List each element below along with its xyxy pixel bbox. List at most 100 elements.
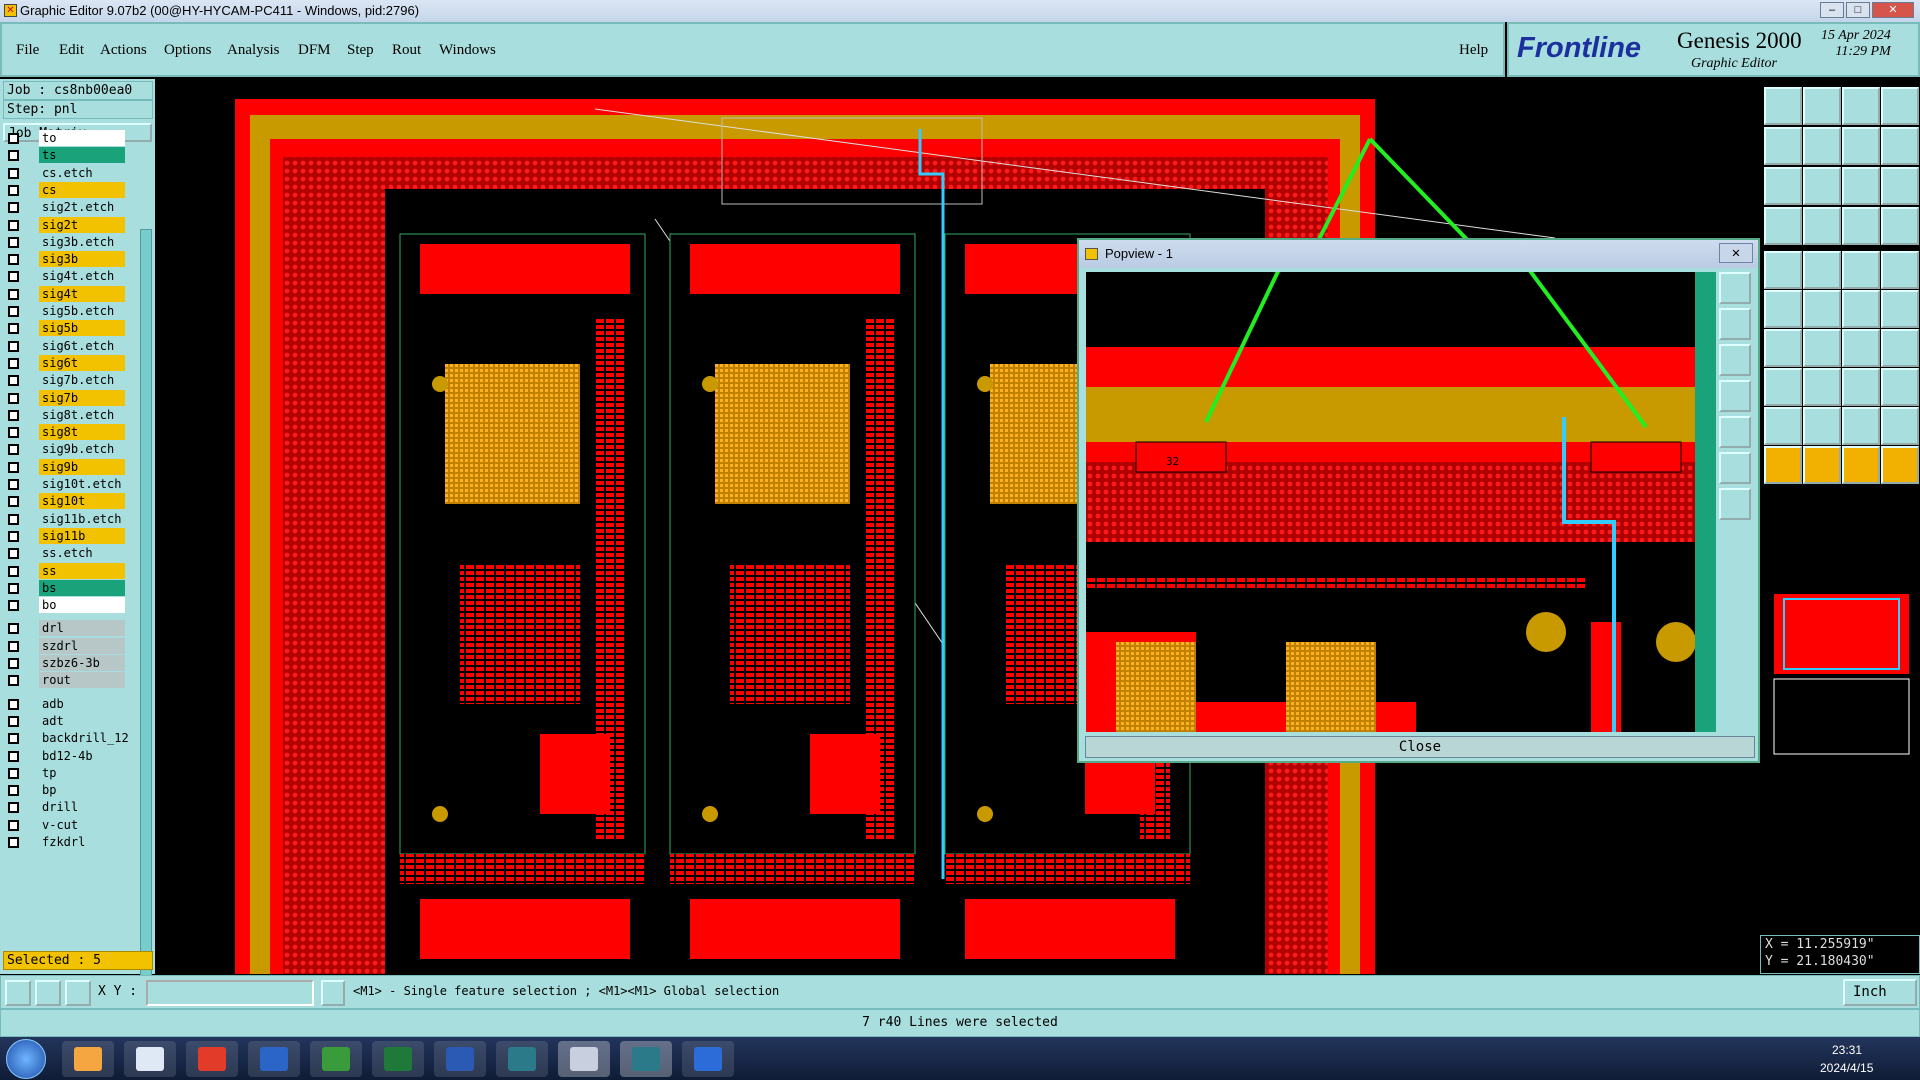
layer-row[interactable]: sig2t	[6, 216, 125, 234]
layer-checkbox[interactable]	[8, 288, 19, 300]
layer-name[interactable]: sig7b.etch	[39, 372, 125, 389]
tool-button-icon[interactable]	[1842, 207, 1880, 245]
popview-tool-icon[interactable]	[1719, 416, 1751, 448]
layer-checkbox[interactable]	[8, 461, 19, 473]
popview-canvas[interactable]: 32	[1086, 272, 1716, 732]
layer-checkbox[interactable]	[8, 837, 19, 848]
tool-button-icon[interactable]	[1842, 290, 1880, 328]
tool-button-icon[interactable]	[1842, 87, 1880, 125]
menu-options[interactable]: Options	[164, 42, 212, 59]
layer-checkbox[interactable]	[8, 184, 19, 196]
tool-button-icon[interactable]	[1881, 167, 1919, 205]
tool-button-icon[interactable]	[1803, 127, 1841, 165]
taskbar-app-icon[interactable]	[434, 1041, 486, 1077]
layer-name[interactable]: ss	[39, 562, 125, 579]
layer-name[interactable]: drl	[39, 620, 125, 637]
taskbar-app-icon[interactable]	[620, 1041, 672, 1077]
layer-row[interactable]: backdrill_12	[6, 730, 129, 747]
tool-button-icon[interactable]	[1881, 251, 1919, 289]
layer-checkbox[interactable]	[8, 530, 19, 542]
start-button[interactable]	[6, 1039, 46, 1079]
layer-row[interactable]: adt	[6, 712, 125, 730]
layer-row[interactable]: sig10t.etch	[6, 476, 125, 493]
layer-checkbox[interactable]	[8, 254, 19, 266]
layer-row[interactable]: to	[6, 130, 125, 147]
tool-button-icon[interactable]	[1764, 87, 1802, 125]
layer-checkbox[interactable]	[8, 444, 19, 456]
tool-button-icon[interactable]	[1803, 446, 1841, 484]
popview-tool-icon[interactable]	[1719, 344, 1751, 376]
layer-name[interactable]: cs.etch	[39, 164, 125, 181]
layer-name[interactable]: sig6t	[39, 354, 125, 371]
tool-button-icon[interactable]	[1764, 207, 1802, 245]
layer-name[interactable]: rout	[39, 672, 125, 689]
layer-row[interactable]: fzkdrl	[6, 834, 125, 851]
layer-row[interactable]: cs	[6, 181, 125, 199]
layer-name[interactable]: sig4t.etch	[39, 268, 125, 285]
menu-step[interactable]: Step	[347, 42, 374, 59]
layer-checkbox[interactable]	[8, 565, 19, 577]
popview-close-icon[interactable]: ✕	[1719, 243, 1753, 263]
popview-tool-icon[interactable]	[1719, 308, 1751, 340]
taskbar-app-icon[interactable]	[558, 1041, 610, 1077]
tool-button-icon[interactable]	[1764, 167, 1802, 205]
layer-checkbox[interactable]	[8, 167, 19, 179]
layer-checkbox[interactable]	[8, 582, 19, 594]
layer-row[interactable]: sig9b	[6, 458, 125, 476]
tool-button-icon[interactable]	[1764, 290, 1802, 328]
tool-button-icon[interactable]	[1881, 446, 1919, 484]
layer-name[interactable]: sig7b	[39, 389, 125, 406]
layer-row[interactable]: sig4t	[6, 285, 125, 303]
layer-name[interactable]: ts	[39, 147, 125, 164]
layer-row[interactable]: sig3b.etch	[6, 233, 125, 251]
layer-checkbox[interactable]	[8, 219, 19, 231]
layer-row[interactable]: adb	[6, 695, 125, 713]
layer-row[interactable]: sig8t	[6, 424, 125, 441]
taskbar-app-icon[interactable]	[682, 1041, 734, 1077]
layer-row[interactable]: sig8t.etch	[6, 406, 125, 424]
popview-titlebar[interactable]: Popview - 1	[1079, 240, 1758, 268]
layer-name[interactable]: sig9b.etch	[39, 441, 125, 458]
units-selector[interactable]: Inch	[1843, 979, 1917, 1006]
layer-name[interactable]: sig8t.etch	[39, 406, 125, 423]
info-icon[interactable]	[321, 980, 345, 1006]
layer-name[interactable]: szbz6-3b	[39, 655, 125, 671]
tool-button-icon[interactable]	[1764, 127, 1802, 165]
layer-name[interactable]: sig5b.etch	[39, 303, 125, 319]
tool-button-icon[interactable]	[1764, 446, 1802, 484]
layer-name[interactable]: backdrill_12	[39, 730, 129, 747]
layer-row[interactable]: rout	[6, 672, 125, 689]
layer-name[interactable]: sig10t.etch	[39, 476, 125, 492]
tool-button-icon[interactable]	[1842, 251, 1880, 289]
menu-dfm[interactable]: DFM	[298, 42, 331, 59]
layer-checkbox[interactable]	[8, 785, 19, 797]
layer-checkbox[interactable]	[8, 750, 19, 762]
layer-name[interactable]: sig6t.etch	[39, 337, 125, 354]
layer-checkbox[interactable]	[8, 150, 19, 162]
tool-button-icon[interactable]	[1881, 87, 1919, 125]
layer-checkbox[interactable]	[8, 133, 19, 144]
tool-button-icon[interactable]	[1842, 167, 1880, 205]
layer-row[interactable]: sig11b.etch	[6, 510, 125, 528]
layer-name[interactable]: cs	[39, 181, 125, 198]
menu-windows[interactable]: Windows	[439, 42, 496, 59]
layer-row[interactable]: sig3b	[6, 251, 125, 268]
tool-button-icon[interactable]	[1881, 127, 1919, 165]
layer-name[interactable]: ss.etch	[39, 545, 125, 562]
close-window-button[interactable]: ✕	[1872, 2, 1914, 18]
layer-name[interactable]: sig2t	[39, 216, 125, 233]
layer-checkbox[interactable]	[8, 715, 19, 727]
tool-button-icon[interactable]	[1842, 329, 1880, 367]
tool-button-icon[interactable]	[1803, 167, 1841, 205]
tool-button-icon[interactable]	[1803, 368, 1841, 406]
layer-row[interactable]: sig7b	[6, 389, 125, 407]
tool-button-icon[interactable]	[1881, 290, 1919, 328]
layer-name[interactable]: sig5b	[39, 320, 125, 337]
overview-map[interactable]	[1764, 584, 1916, 764]
tool-button-icon[interactable]	[1881, 329, 1919, 367]
layer-row[interactable]: sig6t.etch	[6, 337, 125, 355]
layer-row[interactable]: drill	[6, 799, 125, 816]
layer-name[interactable]: sig4t	[39, 285, 125, 302]
tool-button-icon[interactable]	[1803, 329, 1841, 367]
layer-checkbox[interactable]	[8, 548, 19, 560]
